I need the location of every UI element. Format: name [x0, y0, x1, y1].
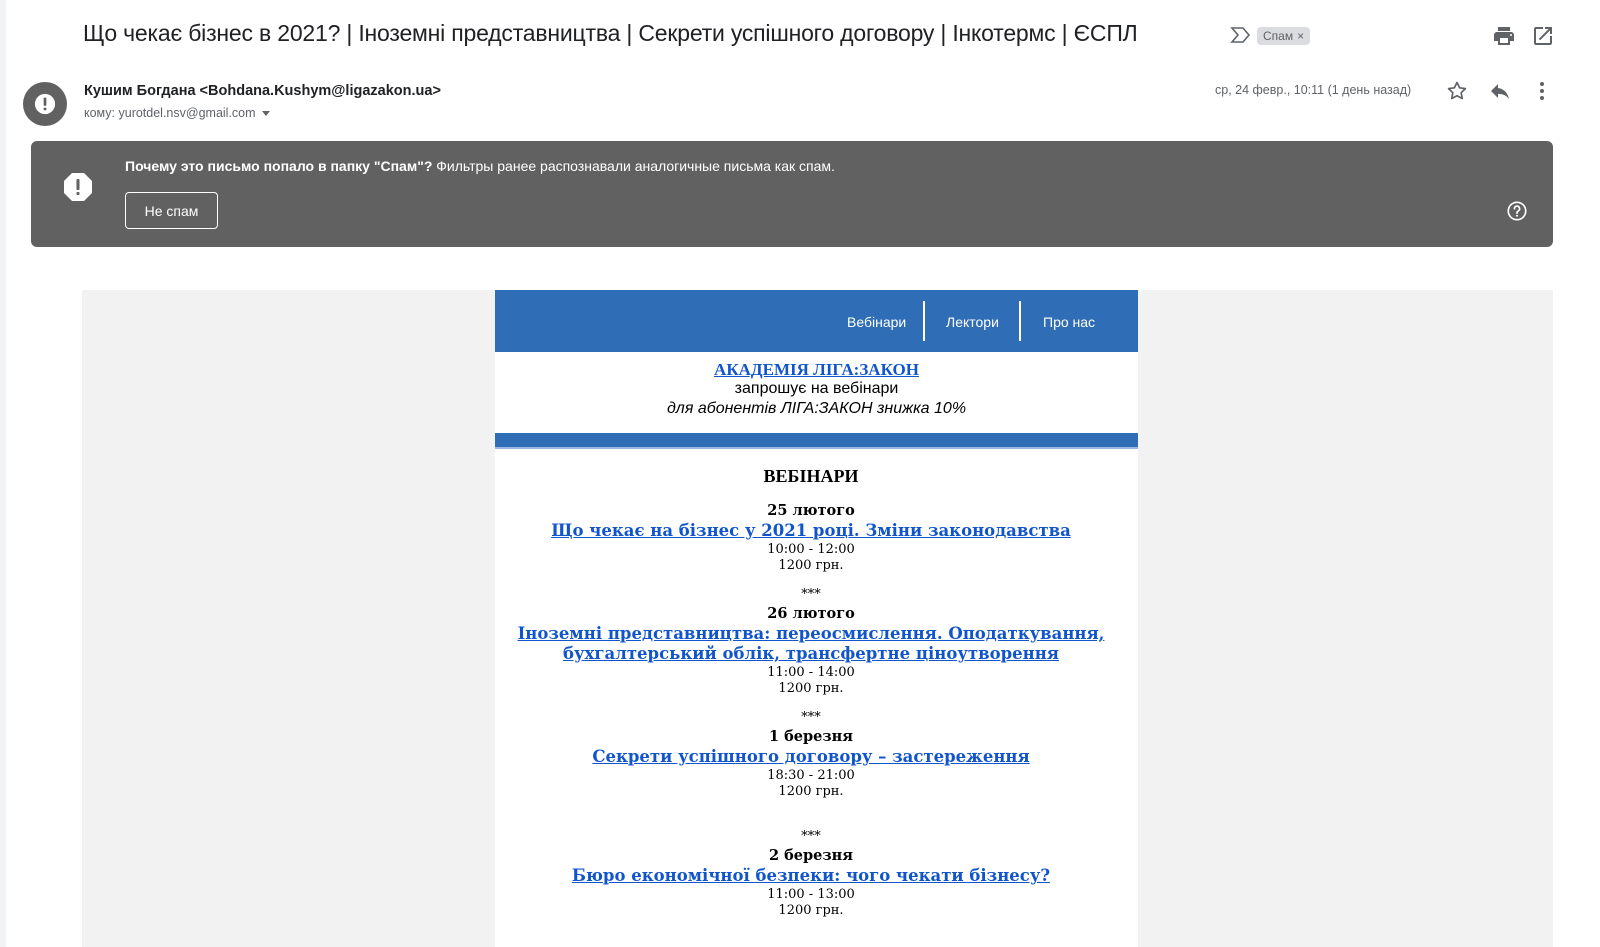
sender-name[interactable]: Кушим Богдана <Bohdana.Kushym@ligazakon.…	[84, 83, 441, 99]
event-title-link[interactable]: бухгалтерський облік, трансфертне ціноут…	[495, 644, 1127, 664]
star-icon[interactable]	[1445, 79, 1469, 103]
remove-label-icon[interactable]: ×	[1297, 29, 1304, 43]
discount-text: для абонентів ЛІГА:ЗАКОН знижка 10%	[666, 400, 967, 417]
academy-link[interactable]: АКАДЕМІЯ ЛІГА:ЗАКОН	[495, 360, 1138, 380]
event-time: 11:00 - 13:00	[767, 887, 855, 902]
nav-lecturers-link[interactable]: Лектори	[946, 314, 999, 330]
more-vert-icon[interactable]	[1530, 79, 1554, 103]
spam-warning-banner: Почему это письмо попало в папку "Спам"?…	[31, 141, 1553, 247]
event-date: 2 березня	[769, 847, 853, 864]
not-spam-button[interactable]: Не спам	[125, 192, 218, 229]
expand-details-icon[interactable]	[261, 111, 270, 117]
event-title-link[interactable]: Що чекає на бізнес у 2021 році. Зміни за…	[495, 521, 1127, 541]
nav-about-link[interactable]: Про нас	[1043, 314, 1095, 330]
open-in-new-window-icon[interactable]	[1531, 24, 1555, 48]
invite-text: запрошує на вебінари	[734, 380, 899, 397]
event-price: 1200 грн.	[778, 784, 844, 799]
sender-avatar	[23, 82, 67, 126]
event-price: 1200 грн.	[778, 681, 844, 696]
event-time: 11:00 - 14:00	[767, 665, 855, 680]
event-title-link[interactable]: Секрети успішного договору – застереженн…	[495, 747, 1127, 767]
nav-divider	[1019, 301, 1021, 341]
spam-reason: Фильтры ранее распознавали аналогичные п…	[432, 158, 835, 174]
event-price: 1200 грн.	[778, 903, 844, 918]
email-subject: Що чекає бізнес в 2021? | Іноземні предс…	[83, 20, 1138, 46]
newsletter-nav: Вебінари Лектори Про нас	[495, 290, 1138, 352]
spam-label-chip[interactable]: Спам ×	[1257, 27, 1311, 45]
event-title-link[interactable]: Бюро економічної безпеки: чого чекати бі…	[495, 866, 1127, 886]
print-icon[interactable]	[1492, 24, 1516, 48]
help-icon[interactable]	[1506, 200, 1528, 222]
nav-divider	[923, 301, 925, 341]
event-title-link[interactable]: Іноземні представництва: переосмислення.…	[495, 624, 1127, 644]
recipient-text: кому: yurotdel.nsv@gmail.com	[84, 106, 256, 120]
spam-explanation: Почему это письмо попало в папку "Спам"?…	[125, 158, 835, 174]
left-edge	[0, 0, 6, 947]
event-separator: ***	[801, 710, 821, 725]
section-title: ВЕБІНАРИ	[763, 466, 859, 486]
spam-label-text: Спам	[1263, 29, 1294, 43]
event-separator: ***	[801, 829, 821, 844]
message-date: ср, 24 февр., 10:11 (1 день назад)	[1215, 83, 1412, 97]
warning-icon	[64, 173, 92, 201]
event-date: 1 березня	[769, 728, 853, 745]
event-separator: ***	[801, 587, 821, 602]
event-date: 26 лютого	[767, 605, 855, 622]
importance-marker-icon[interactable]	[1230, 26, 1252, 44]
divider-stripe	[495, 433, 1138, 449]
email-content: Вебінари Лектори Про нас АКАДЕМІЯ ЛІГА:З…	[495, 290, 1138, 947]
event-price: 1200 грн.	[778, 558, 844, 573]
warning-icon	[34, 93, 56, 115]
event-date: 25 лютого	[767, 502, 855, 519]
reply-icon[interactable]	[1488, 79, 1512, 103]
event-time: 18:30 - 21:00	[767, 768, 855, 783]
nav-webinars-link[interactable]: Вебінари	[847, 314, 906, 330]
spam-question: Почему это письмо попало в папку "Спам"?	[125, 158, 433, 174]
recipient-line[interactable]: кому: yurotdel.nsv@gmail.com	[84, 106, 270, 120]
event-time: 10:00 - 12:00	[767, 542, 855, 557]
